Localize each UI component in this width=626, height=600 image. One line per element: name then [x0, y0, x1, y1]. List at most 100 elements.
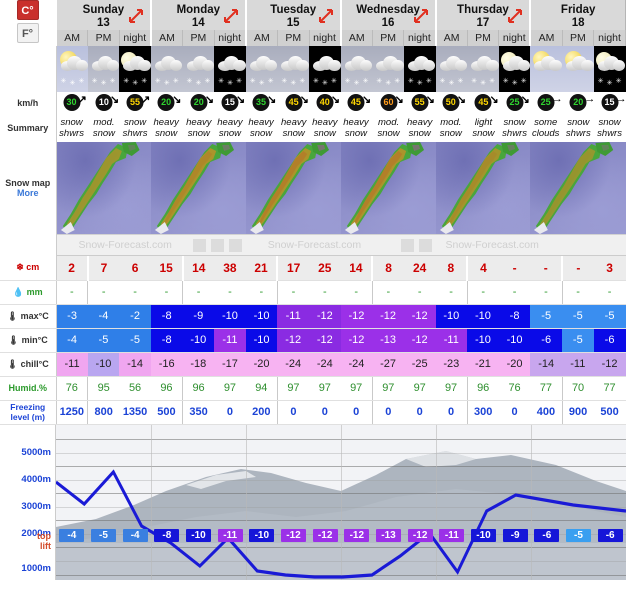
fullscreen-icon[interactable]	[192, 239, 206, 252]
wind-cell-4: 20 ↘	[182, 92, 215, 114]
wind-cell-6: 35 ↘	[245, 92, 279, 114]
snow-cell-13: 4	[467, 256, 499, 281]
day-header-4[interactable]: Thursday 17	[434, 0, 531, 30]
slot-15[interactable]: AM	[529, 30, 563, 46]
slot-1[interactable]: PM	[87, 30, 120, 46]
summary-line-1: mod.	[440, 117, 462, 128]
summary-line-1: heavy	[343, 117, 369, 128]
chill-temp-cell-3: -16	[150, 352, 183, 377]
weather-icon-cell-10: ✳ ✳ ✳	[372, 46, 404, 92]
fahrenheit-button[interactable]: F°	[16, 23, 39, 43]
slot-3[interactable]: AM	[149, 30, 183, 46]
expand-arrow-icon[interactable]	[318, 8, 334, 24]
summary-cell-10: mod. snow	[372, 114, 404, 142]
rain-cell-5: -	[214, 280, 246, 305]
elevation-chart: -4 -5 -4 -8 -10 -11 -10 -12 -12 -12 -13 -12 -11 -10 -9…	[0, 424, 626, 580]
freezing-cell-12: 0	[435, 400, 468, 425]
wind-cell-13: 45 ↘	[467, 92, 499, 114]
celsius-button[interactable]: C°	[16, 0, 39, 20]
wind-direction-arrow-icon: ↘	[330, 94, 341, 106]
day-header-0[interactable]: Sunday 13	[55, 0, 152, 30]
summary-line-2: shwrs	[565, 128, 591, 139]
snow-map-cell-2[interactable]	[245, 142, 341, 234]
freezing-cell-10: 0	[372, 400, 404, 425]
weather-icon-cloud-snow: ✳ ✳ ✳	[182, 46, 215, 92]
freezing-cell-7: 0	[277, 400, 309, 425]
slot-16[interactable]: PM	[562, 30, 595, 46]
slot-13[interactable]: PM	[467, 30, 500, 46]
summary-line-2: clouds	[531, 128, 560, 139]
wind-cell-3: 20 ↘	[150, 92, 184, 114]
settings-icon[interactable]	[228, 239, 242, 252]
snow-row-label: ❄ cm	[0, 256, 57, 281]
expand-arrow-icon[interactable]	[128, 8, 144, 24]
slot-17[interactable]: night	[593, 30, 626, 46]
humidity-cell-11: 97	[403, 376, 436, 401]
snow-map-more-link[interactable]: More	[0, 188, 56, 198]
humidity-cell-10: 97	[372, 376, 404, 401]
slot-14[interactable]: night	[498, 30, 531, 46]
slot-9[interactable]: AM	[339, 30, 373, 46]
chill-temp-unit-label: chill°C	[20, 358, 49, 369]
summary-line-1: snow	[60, 117, 83, 128]
snow-map-cell-1[interactable]	[150, 142, 246, 234]
humidity-cell-8: 97	[309, 376, 341, 401]
day-header-2[interactable]: Tuesday 15	[244, 0, 342, 30]
thermometer-icon: 🌡	[6, 310, 19, 321]
slot-8[interactable]: night	[309, 30, 342, 46]
refresh-icon[interactable]	[210, 239, 224, 252]
max-temp-cell-14: -8	[498, 304, 531, 329]
slot-2[interactable]: night	[119, 30, 152, 46]
refresh-icon[interactable]	[418, 239, 432, 252]
summary-line-2: snow	[344, 128, 368, 139]
slot-10[interactable]: PM	[372, 30, 405, 46]
day-date-5: 18	[571, 16, 585, 29]
snow-map-title: Snow map	[5, 178, 51, 188]
min-temp-cell-6: -10	[245, 328, 278, 353]
day-header-5[interactable]: Friday 18	[529, 0, 626, 30]
slot-11[interactable]: night	[403, 30, 436, 46]
humidity-cell-7: 97	[277, 376, 309, 401]
wind-cell-inner: 60 ↘	[373, 92, 404, 114]
top-lift-temp-chip: -11	[439, 528, 465, 542]
snow-map-row: Snow map More	[0, 142, 626, 234]
summary-line-2: snow	[313, 128, 336, 139]
summary-line-2: snow	[472, 128, 495, 139]
summary-row-label: Summary	[0, 114, 57, 142]
weather-icon-sun-cloud	[562, 46, 594, 92]
slot-0[interactable]: AM	[55, 30, 89, 46]
min-temp-cell-3: -8	[150, 328, 183, 353]
map-footer-2: Snow-Forecast.com	[435, 234, 626, 256]
summary-line-2: shwrs	[502, 128, 527, 139]
day-header-3[interactable]: Wednesday 16	[339, 0, 436, 30]
expand-arrow-icon[interactable]	[413, 8, 429, 24]
snow-map-cell-5[interactable]	[530, 142, 626, 234]
snow-map-cell-3[interactable]	[340, 142, 436, 234]
max-temp-cell-5: -10	[214, 304, 246, 329]
watermark-text: Snow-Forecast.com	[267, 239, 362, 251]
summary-line-1: some	[534, 117, 558, 128]
snow-map-cell-0[interactable]	[56, 142, 151, 234]
slot-12[interactable]: AM	[434, 30, 468, 46]
humidity-row: Humid.% 76 95 56 96 96 97 94 97 97 97 97…	[0, 376, 626, 401]
weather-icon-cell-13: ✳ ✳ ✳	[467, 46, 499, 92]
top-lift-temp-chip: -6	[597, 528, 623, 542]
weather-icon-cell-1: ✳ ✳ ✳	[87, 46, 120, 92]
max-temp-cell-0: -3	[56, 304, 88, 329]
humidity-cell-2: 56	[119, 376, 151, 401]
fullscreen-icon[interactable]	[400, 239, 414, 252]
summary-cell-12: mod. snow	[435, 114, 469, 142]
humidity-cell-0: 76	[56, 376, 89, 401]
expand-arrow-icon[interactable]	[223, 8, 239, 24]
slot-6[interactable]: AM	[244, 30, 278, 46]
expand-arrow-icon[interactable]	[507, 8, 523, 24]
slot-7[interactable]: PM	[277, 30, 310, 46]
humidity-cell-9: 97	[340, 376, 373, 401]
slot-5[interactable]: night	[214, 30, 247, 46]
slot-4[interactable]: PM	[182, 30, 215, 46]
summary-cell-17: snow shwrs	[593, 114, 626, 142]
day-header-1[interactable]: Monday 14	[149, 0, 247, 30]
freezing-cell-11: 0	[403, 400, 436, 425]
humidity-cell-12: 97	[435, 376, 468, 401]
snow-map-cell-4[interactable]	[435, 142, 531, 234]
